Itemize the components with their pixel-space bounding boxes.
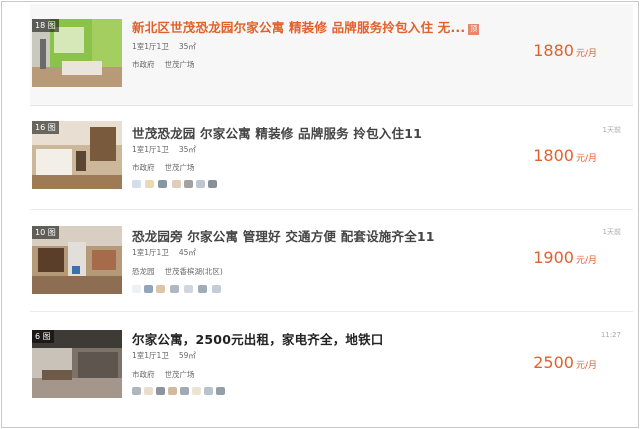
listing-item[interactable]: 18 图 新北区世茂恐龙园尔家公寓 精装修 品牌服务拎包入住 无... 顶 1室1… [30, 4, 633, 106]
district-link[interactable]: 恐龙园 [132, 267, 155, 276]
listing-price: 1800 元/月 [533, 146, 597, 165]
photo-count-badge: 16 图 [32, 121, 59, 134]
community-link[interactable]: 世茂香槟湖(北区) [165, 267, 223, 276]
room-area: 35㎡ [178, 145, 196, 154]
room-layout: 1室1厅1卫 [132, 351, 169, 360]
listing-title[interactable]: 恐龙园旁 尔家公寓 管理好 交通方便 配套设施齐全11 [132, 226, 435, 245]
listing-location: 市政府 世茂广场 [132, 369, 205, 380]
listing-location: 恐龙园 世茂香槟湖(北区) [132, 266, 233, 277]
agent-avatars [132, 180, 252, 192]
listing-price: 1880 元/月 [533, 41, 597, 60]
room-area: 59㎡ [178, 351, 196, 360]
photo-count-badge: 18 图 [32, 19, 59, 32]
room-layout: 1室1厅1卫 [132, 42, 169, 51]
listing-item[interactable]: 10 图 恐龙园旁 尔家公寓 管理好 交通方便 配套设施齐全11 1室1厅1卫 4… [30, 210, 633, 312]
listing-location: 市政府 世茂广场 [132, 59, 205, 70]
room-area: 45㎡ [178, 248, 196, 257]
listing-thumbnail[interactable]: 6 图 [32, 330, 122, 398]
room-area: 35㎡ [178, 42, 196, 51]
room-layout: 1室1厅1卫 [132, 248, 169, 257]
room-layout: 1室1厅1卫 [132, 145, 169, 154]
district-link[interactable]: 市政府 [132, 163, 155, 172]
listing-title[interactable]: 尔家公寓，2500元出租，家电齐全，地铁口 [132, 329, 384, 348]
listing-page: 18 图 新北区世茂恐龙园尔家公寓 精装修 品牌服务拎包入住 无... 顶 1室1… [1, 1, 639, 428]
post-time: 1天前 [602, 126, 621, 134]
agent-avatars [132, 285, 252, 297]
district-link[interactable]: 市政府 [132, 60, 155, 69]
district-link[interactable]: 市政府 [132, 370, 155, 379]
listing-item[interactable]: 16 图 世茂恐龙园 尔家公寓 精装修 品牌服务 拎包入住11 1室1厅1卫 35… [30, 108, 633, 210]
community-link[interactable]: 世茂广场 [165, 370, 195, 379]
top-badge: 顶 [468, 24, 480, 35]
post-time: 1天前 [602, 228, 621, 236]
photo-count-badge: 10 图 [32, 226, 59, 239]
listing-price: 2500 元/月 [533, 353, 597, 372]
listing-price: 1900 元/月 [533, 248, 597, 267]
listing-title[interactable]: 世茂恐龙园 尔家公寓 精装修 品牌服务 拎包入住11 [132, 123, 422, 142]
photo-count-badge: 6 图 [32, 330, 54, 343]
agent-avatars [132, 387, 252, 399]
post-time: 11:27 [600, 331, 621, 339]
listing-item[interactable]: 6 图 尔家公寓，2500元出租，家电齐全，地铁口 1室1厅1卫 59㎡ 市政府 世… [30, 314, 633, 416]
listing-specs: 1室1厅1卫 35㎡ [132, 41, 206, 52]
community-link[interactable]: 世茂广场 [165, 60, 195, 69]
listing-thumbnail[interactable]: 16 图 [32, 121, 122, 189]
listing-specs: 1室1厅1卫 35㎡ [132, 144, 206, 155]
listing-location: 市政府 世茂广场 [132, 162, 205, 173]
listing-title[interactable]: 新北区世茂恐龙园尔家公寓 精装修 品牌服务拎包入住 无... 顶 [132, 17, 480, 36]
listing-thumbnail[interactable]: 18 图 [32, 19, 122, 87]
listing-thumbnail[interactable]: 10 图 [32, 226, 122, 294]
listing-specs: 1室1厅1卫 59㎡ [132, 350, 206, 361]
community-link[interactable]: 世茂广场 [165, 163, 195, 172]
listing-specs: 1室1厅1卫 45㎡ [132, 247, 206, 258]
